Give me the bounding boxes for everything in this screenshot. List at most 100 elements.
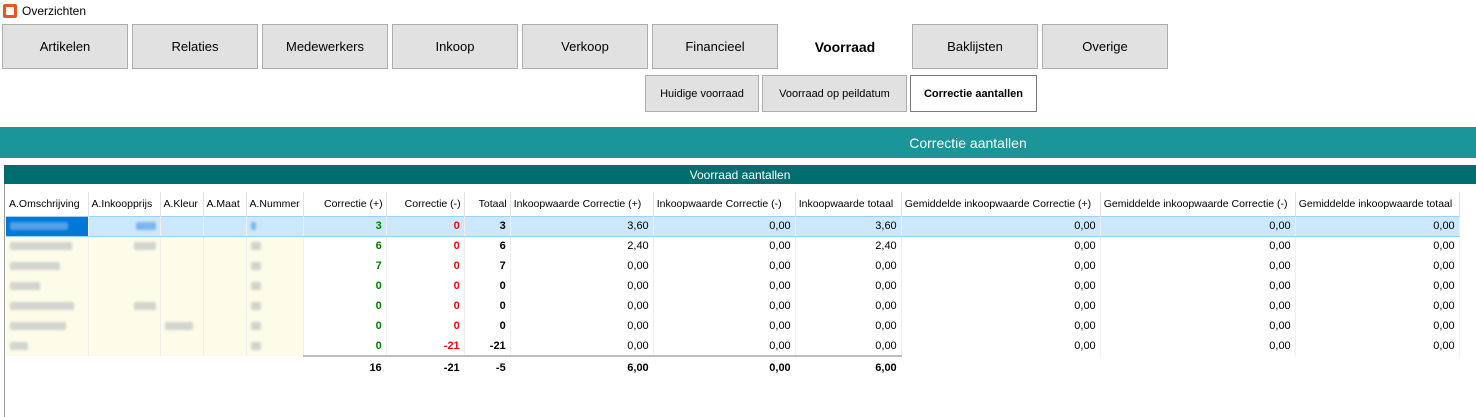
- tab-relaties[interactable]: Relaties: [132, 24, 258, 69]
- cell-kleur[interactable]: [160, 336, 204, 356]
- cell-gem-totaal[interactable]: 0,00: [1295, 276, 1460, 296]
- cell-maat[interactable]: [203, 236, 247, 256]
- cell-omschrijving[interactable]: [6, 236, 89, 256]
- cell-correctie-plus[interactable]: 7: [303, 256, 387, 276]
- table-row[interactable]: 0 -21 -21 0,00 0,00 0,00 0,00 0,00 0,00: [6, 336, 1460, 356]
- cell-gem-plus[interactable]: 0,00: [901, 336, 1101, 356]
- cell-correctie-plus[interactable]: 6: [303, 236, 387, 256]
- tab-financieel[interactable]: Financieel: [652, 24, 778, 69]
- col-header[interactable]: Totaal: [464, 192, 511, 216]
- cell-kleur[interactable]: [160, 256, 204, 276]
- cell-inkoopwaarde-plus[interactable]: 0,00: [510, 316, 654, 336]
- cell-maat[interactable]: [203, 336, 247, 356]
- cell-totaal[interactable]: 3: [464, 215, 511, 237]
- cell-gem-totaal[interactable]: 0,00: [1295, 296, 1460, 316]
- cell-gem-plus[interactable]: 0,00: [901, 296, 1101, 316]
- cell-omschrijving[interactable]: [6, 256, 89, 276]
- tab-verkoop[interactable]: Verkoop: [522, 24, 648, 69]
- cell-totaal[interactable]: 0: [464, 316, 511, 336]
- cell-inkoopprijs[interactable]: [88, 256, 161, 276]
- cell-inkoopprijs[interactable]: [88, 336, 161, 356]
- cell-inkoopwaarde-min[interactable]: 0,00: [653, 296, 796, 316]
- col-header[interactable]: A.Inkoopprijs: [88, 192, 161, 216]
- cell-correctie-plus[interactable]: 0: [303, 276, 387, 296]
- cell-correctie-min[interactable]: 0: [386, 215, 465, 237]
- col-header[interactable]: Correctie (-): [386, 192, 465, 216]
- cell-inkoopwaarde-totaal[interactable]: 0,00: [795, 296, 902, 316]
- cell-gem-plus[interactable]: 0,00: [901, 215, 1101, 237]
- table-row[interactable]: 0 0 0 0,00 0,00 0,00 0,00 0,00 0,00: [6, 316, 1460, 336]
- cell-correctie-plus[interactable]: 3: [303, 215, 387, 237]
- cell-correctie-min[interactable]: 0: [386, 256, 465, 276]
- subtab-voorraad-op-peildatum[interactable]: Voorraad op peildatum: [762, 75, 907, 112]
- col-header[interactable]: A.Nummer: [246, 192, 304, 216]
- cell-nummer[interactable]: [246, 296, 304, 316]
- cell-inkoopprijs[interactable]: [88, 296, 161, 316]
- cell-gem-min[interactable]: 0,00: [1100, 316, 1296, 336]
- cell-inkoopwaarde-min[interactable]: 0,00: [653, 236, 796, 256]
- tab-overige[interactable]: Overige: [1042, 24, 1168, 69]
- cell-omschrijving[interactable]: [6, 336, 89, 356]
- cell-omschrijving[interactable]: [6, 296, 89, 316]
- col-header[interactable]: A.Omschrijving: [6, 192, 89, 216]
- data-grid[interactable]: A.Omschrijving A.Inkoopprijs A.Kleur A.M…: [4, 184, 1476, 417]
- cell-gem-totaal[interactable]: 0,00: [1295, 316, 1460, 336]
- cell-kleur[interactable]: [160, 316, 204, 336]
- tab-inkoop[interactable]: Inkoop: [392, 24, 518, 69]
- cell-inkoopwaarde-min[interactable]: 0,00: [653, 215, 796, 237]
- table-row[interactable]: 0 0 0 0,00 0,00 0,00 0,00 0,00 0,00: [6, 276, 1460, 296]
- cell-gem-totaal[interactable]: 0,00: [1295, 215, 1460, 237]
- cell-totaal[interactable]: 7: [464, 256, 511, 276]
- col-header[interactable]: Gemiddelde inkoopwaarde totaal: [1295, 192, 1460, 216]
- cell-nummer[interactable]: [246, 215, 304, 237]
- cell-gem-totaal[interactable]: 0,00: [1295, 256, 1460, 276]
- cell-gem-min[interactable]: 0,00: [1100, 236, 1296, 256]
- cell-inkoopwaarde-plus[interactable]: 2,40: [510, 236, 654, 256]
- cell-inkoopwaarde-totaal[interactable]: 3,60: [795, 215, 902, 237]
- cell-correctie-min[interactable]: 0: [386, 236, 465, 256]
- col-header[interactable]: Inkoopwaarde totaal: [795, 192, 902, 216]
- cell-inkoopprijs[interactable]: [88, 276, 161, 296]
- cell-gem-min[interactable]: 0,00: [1100, 296, 1296, 316]
- tab-medewerkers[interactable]: Medewerkers: [262, 24, 388, 69]
- cell-totaal[interactable]: -21: [464, 336, 511, 356]
- cell-inkoopwaarde-plus[interactable]: 3,60: [510, 215, 654, 237]
- col-header[interactable]: A.Kleur: [160, 192, 204, 216]
- table-row[interactable]: 0 0 0 0,00 0,00 0,00 0,00 0,00 0,00: [6, 296, 1460, 316]
- cell-gem-totaal[interactable]: 0,00: [1295, 236, 1460, 256]
- col-header[interactable]: Inkoopwaarde Correctie (+): [510, 192, 654, 216]
- col-header[interactable]: Gemiddelde inkoopwaarde Correctie (-): [1100, 192, 1296, 216]
- cell-correctie-plus[interactable]: 0: [303, 336, 387, 356]
- cell-kleur[interactable]: [160, 215, 204, 237]
- cell-correctie-plus[interactable]: 0: [303, 296, 387, 316]
- cell-gem-min[interactable]: 0,00: [1100, 256, 1296, 276]
- cell-gem-plus[interactable]: 0,00: [901, 276, 1101, 296]
- cell-correctie-min[interactable]: 0: [386, 316, 465, 336]
- cell-maat[interactable]: [203, 316, 247, 336]
- cell-inkoopprijs[interactable]: [88, 316, 161, 336]
- cell-maat[interactable]: [203, 276, 247, 296]
- cell-kleur[interactable]: [160, 236, 204, 256]
- cell-gem-totaal[interactable]: 0,00: [1295, 336, 1460, 356]
- subtab-huidige-voorraad[interactable]: Huidige voorraad: [645, 75, 759, 112]
- cell-nummer[interactable]: [246, 316, 304, 336]
- cell-inkoopwaarde-min[interactable]: 0,00: [653, 256, 796, 276]
- table-row[interactable]: 6 0 6 2,40 0,00 2,40 0,00 0,00 0,00: [6, 236, 1460, 256]
- cell-nummer[interactable]: [246, 236, 304, 256]
- cell-inkoopwaarde-plus[interactable]: 0,00: [510, 296, 654, 316]
- col-header[interactable]: Gemiddelde inkoopwaarde Correctie (+): [901, 192, 1101, 216]
- cell-gem-plus[interactable]: 0,00: [901, 256, 1101, 276]
- cell-gem-min[interactable]: 0,00: [1100, 276, 1296, 296]
- cell-omschrijving[interactable]: [6, 316, 89, 336]
- tab-baklijsten[interactable]: Baklijsten: [912, 24, 1038, 69]
- cell-inkoopwaarde-totaal[interactable]: 0,00: [795, 256, 902, 276]
- cell-gem-min[interactable]: 0,00: [1100, 336, 1296, 356]
- cell-inkoopwaarde-min[interactable]: 0,00: [653, 276, 796, 296]
- table-row[interactable]: 7 0 7 0,00 0,00 0,00 0,00 0,00 0,00: [6, 256, 1460, 276]
- cell-gem-plus[interactable]: 0,00: [901, 236, 1101, 256]
- cell-inkoopwaarde-plus[interactable]: 0,00: [510, 256, 654, 276]
- tab-voorraad[interactable]: Voorraad: [782, 24, 908, 69]
- col-header[interactable]: Inkoopwaarde Correctie (-): [653, 192, 796, 216]
- cell-kleur[interactable]: [160, 276, 204, 296]
- cell-totaal[interactable]: 0: [464, 296, 511, 316]
